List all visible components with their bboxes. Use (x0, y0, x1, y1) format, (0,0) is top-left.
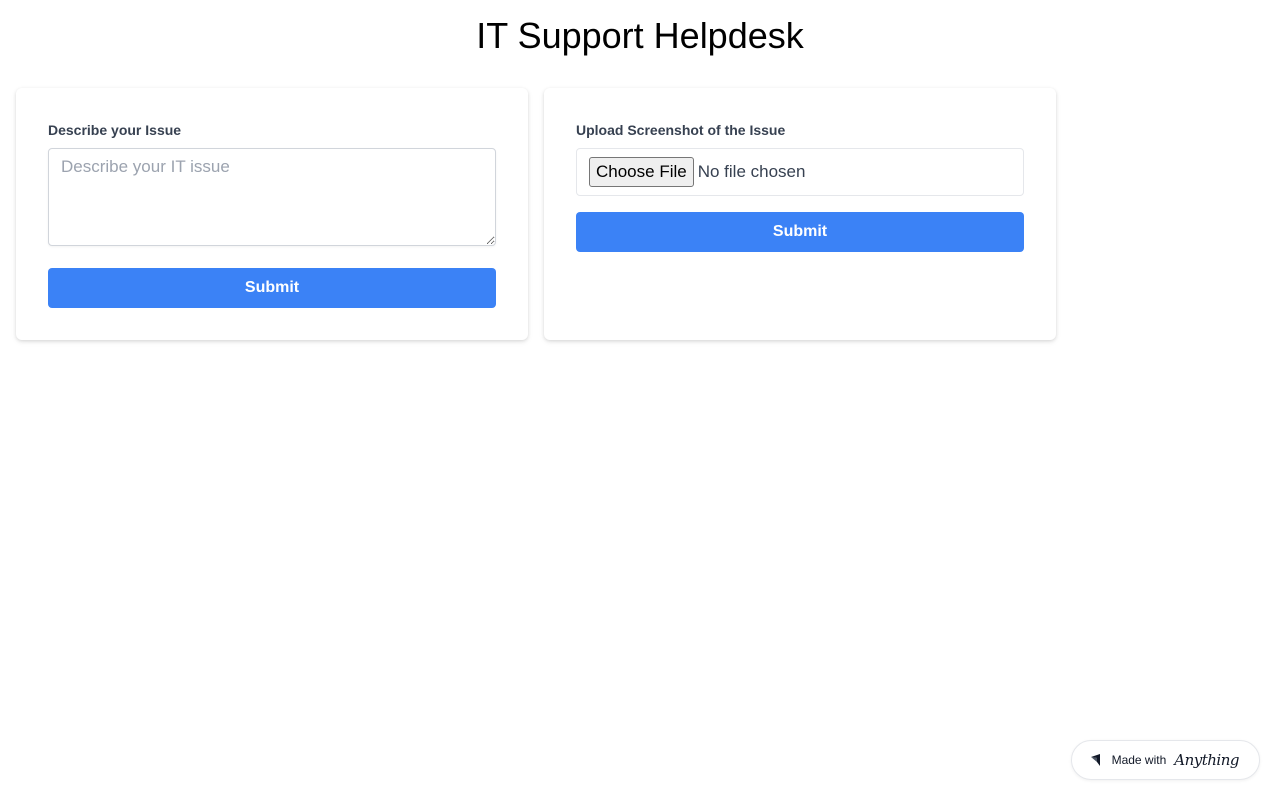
file-status-text: No file chosen (697, 162, 806, 181)
describe-issue-card: Describe your Issue Submit (16, 88, 528, 340)
submit-issue-button[interactable]: Submit (48, 268, 496, 308)
describe-issue-label: Describe your Issue (48, 122, 182, 138)
file-input[interactable]: Choose File No file chosen (576, 148, 1024, 196)
brand-name: Anything (1174, 751, 1239, 769)
upload-screenshot-label: Upload Screenshot of the Issue (576, 122, 786, 138)
made-with-text: Made with (1111, 753, 1167, 767)
submit-screenshot-button[interactable]: Submit (576, 212, 1024, 252)
issue-description-textarea[interactable] (48, 148, 496, 246)
cards-container: Describe your Issue Submit Upload Screen… (16, 88, 1056, 340)
choose-file-button[interactable]: Choose File (589, 157, 694, 187)
page-title: IT Support Helpdesk (476, 15, 804, 56)
upload-screenshot-card: Upload Screenshot of the Issue Choose Fi… (544, 88, 1056, 340)
made-with-anything-badge[interactable]: Made with Anything (1070, 740, 1260, 780)
anything-logo-icon (1090, 753, 1104, 767)
